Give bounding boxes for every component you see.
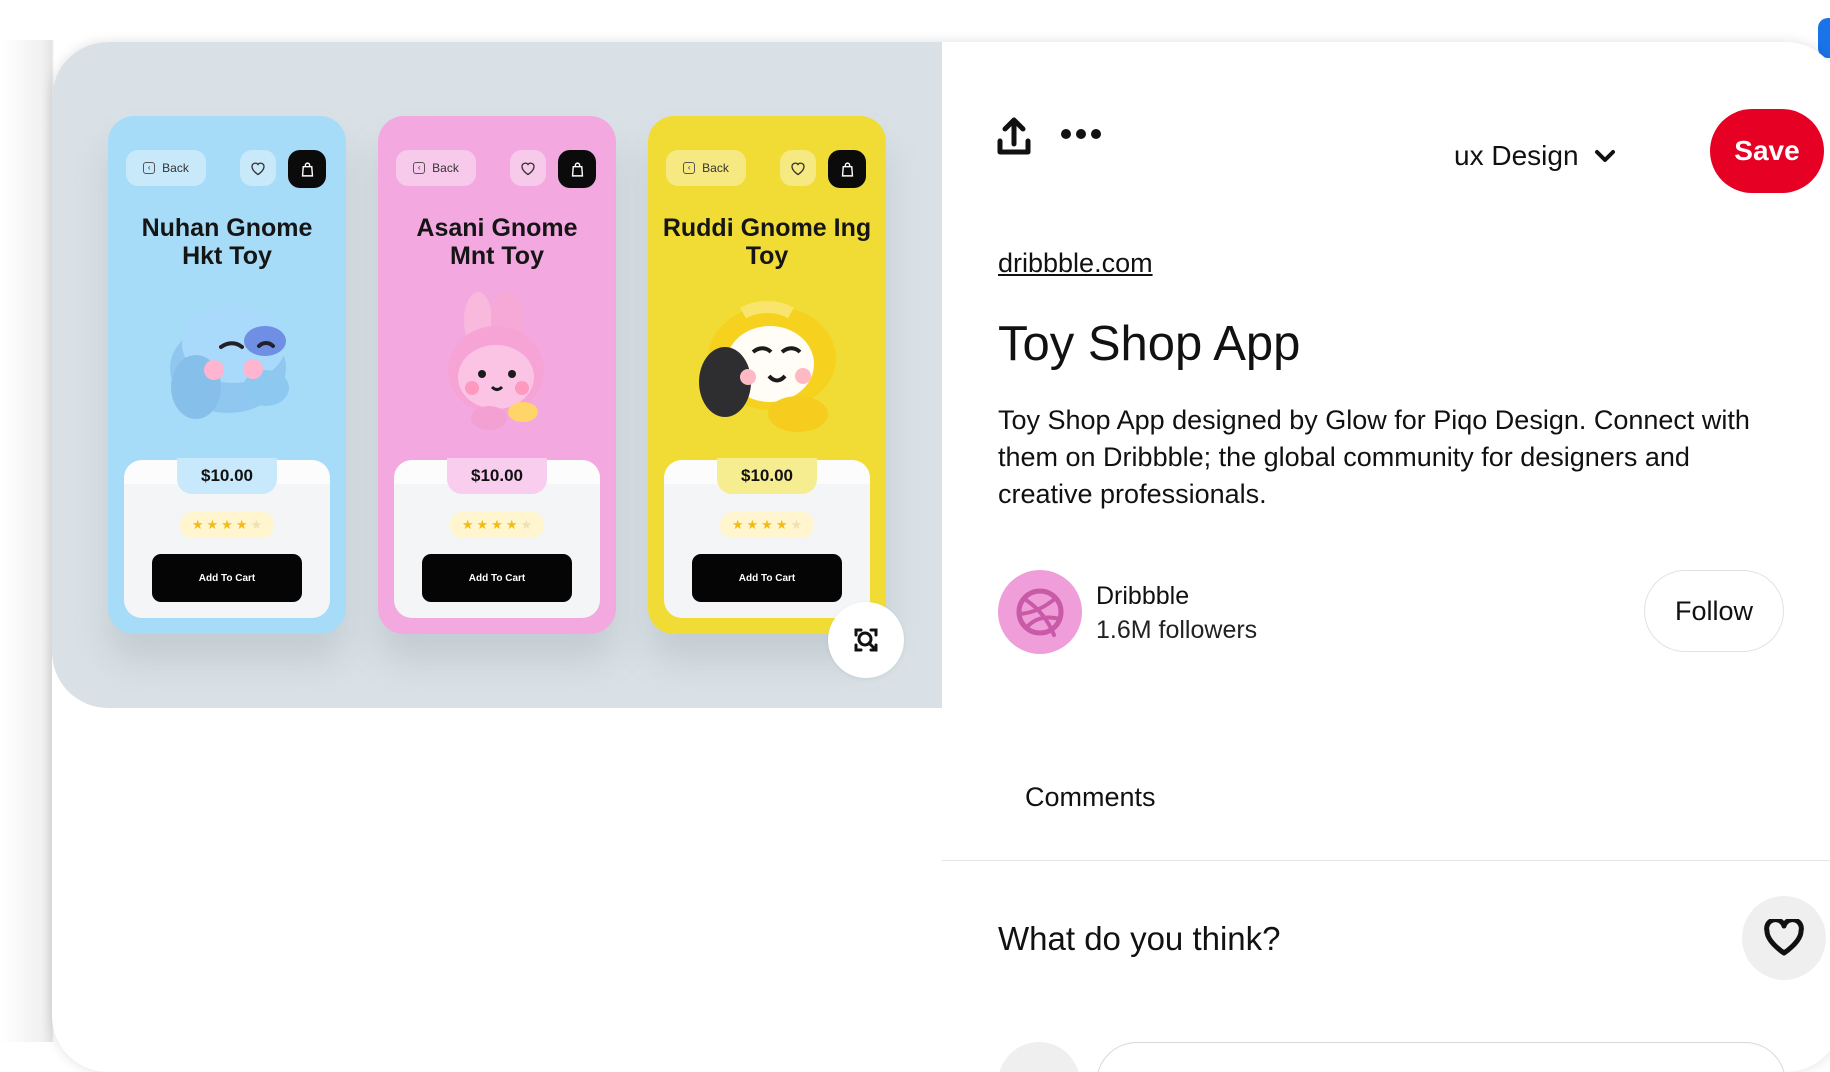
creator-followers: 1.6M followers	[1096, 616, 1258, 644]
rating-stars: ★ ★ ★ ★ ★	[450, 512, 544, 538]
rating-stars: ★ ★ ★ ★ ★	[180, 512, 274, 538]
toy-title: Nuhan Gnome Hkt Toy	[141, 214, 313, 270]
more-options-button[interactable]	[1060, 116, 1102, 152]
more-icon	[1061, 129, 1101, 139]
price-label: $10.00	[447, 458, 547, 494]
back-button: ‹ Back	[126, 150, 206, 186]
add-to-cart-button: Add To Cart	[692, 554, 842, 602]
back-icon: ‹	[143, 162, 156, 174]
toy-title: Ruddi Gnome Ing Toy	[662, 214, 872, 270]
toy-screen-blue: ‹ Back Nuhan Gnome Hkt Toy $10.00 ★ ★ ★ …	[108, 116, 346, 634]
product-price-panel: $10.00 ★ ★ ★ ★ ★ Add To Cart	[664, 458, 870, 618]
chevron-down-icon	[1594, 150, 1615, 162]
yellow-toy-illustration	[699, 301, 836, 432]
page-left-edge	[0, 40, 54, 1042]
shopping-bag-icon	[828, 150, 866, 188]
share-icon	[997, 117, 1031, 155]
add-to-cart-button: Add To Cart	[422, 554, 572, 602]
dribbble-icon	[1016, 588, 1064, 637]
board-selector[interactable]: ux Design	[1454, 136, 1617, 176]
pin-closeup-card: ‹ Back Nuhan Gnome Hkt Toy $10.00 ★ ★ ★ …	[52, 42, 1830, 1072]
add-to-cart-button: Add To Cart	[152, 554, 302, 602]
comments-tab[interactable]: Comments	[1025, 782, 1156, 813]
section-divider	[942, 860, 1830, 861]
toy-screen-yellow: ‹ Back Ruddi Gnome Ing Toy $10.00 ★ ★ ★ …	[648, 116, 886, 634]
back-icon: ‹	[413, 162, 426, 174]
pin-title: Toy Shop App	[998, 317, 1301, 371]
wishlist-heart-icon	[240, 150, 276, 186]
rating-stars: ★ ★ ★ ★ ★	[720, 512, 814, 538]
back-label: Back	[702, 161, 729, 175]
wishlist-heart-icon	[510, 150, 546, 186]
save-button[interactable]: Save	[1710, 109, 1824, 193]
price-label: $10.00	[717, 458, 817, 494]
react-heart-button[interactable]	[1742, 896, 1826, 980]
toy-screen-pink: ‹ Back Asani Gnome Mnt Toy $10.00 ★ ★ ★ …	[378, 116, 616, 634]
heart-icon	[1764, 919, 1804, 956]
pin-image[interactable]: ‹ Back Nuhan Gnome Hkt Toy $10.00 ★ ★ ★ …	[52, 42, 942, 708]
shopping-bag-icon	[288, 150, 326, 188]
product-price-panel: $10.00 ★ ★ ★ ★ ★ Add To Cart	[394, 458, 600, 618]
wishlist-heart-icon	[780, 150, 816, 186]
visual-search-button[interactable]	[828, 602, 904, 678]
shopping-bag-icon	[558, 150, 596, 188]
back-button: ‹ Back	[666, 150, 746, 186]
share-button[interactable]	[994, 114, 1034, 158]
pink-toy-illustration	[448, 291, 544, 430]
pin-details-pane: ux Design Save dribbble.com Toy Shop App…	[942, 42, 1830, 1072]
price-label: $10.00	[177, 458, 277, 494]
back-label: Back	[162, 161, 189, 175]
comment-prompt: What do you think?	[998, 920, 1281, 957]
back-icon: ‹	[683, 162, 696, 174]
product-price-panel: $10.00 ★ ★ ★ ★ ★ Add To Cart	[124, 458, 330, 618]
follow-button[interactable]: Follow	[1644, 570, 1784, 652]
source-link[interactable]: dribbble.com	[998, 248, 1153, 279]
visual-search-icon	[854, 628, 878, 652]
blue-toy-illustration	[170, 305, 289, 419]
pin-description: Toy Shop App designed by Glow for Piqo D…	[998, 405, 1750, 509]
current-user-avatar	[998, 1042, 1080, 1072]
toy-title: Asani Gnome Mnt Toy	[416, 214, 578, 270]
back-button: ‹ Back	[396, 150, 476, 186]
creator-avatar[interactable]	[998, 570, 1082, 654]
creator-name[interactable]: Dribbble	[1096, 582, 1189, 611]
comment-input[interactable]	[1096, 1042, 1786, 1072]
board-label: ux Design	[1454, 140, 1579, 171]
back-label: Back	[432, 161, 459, 175]
